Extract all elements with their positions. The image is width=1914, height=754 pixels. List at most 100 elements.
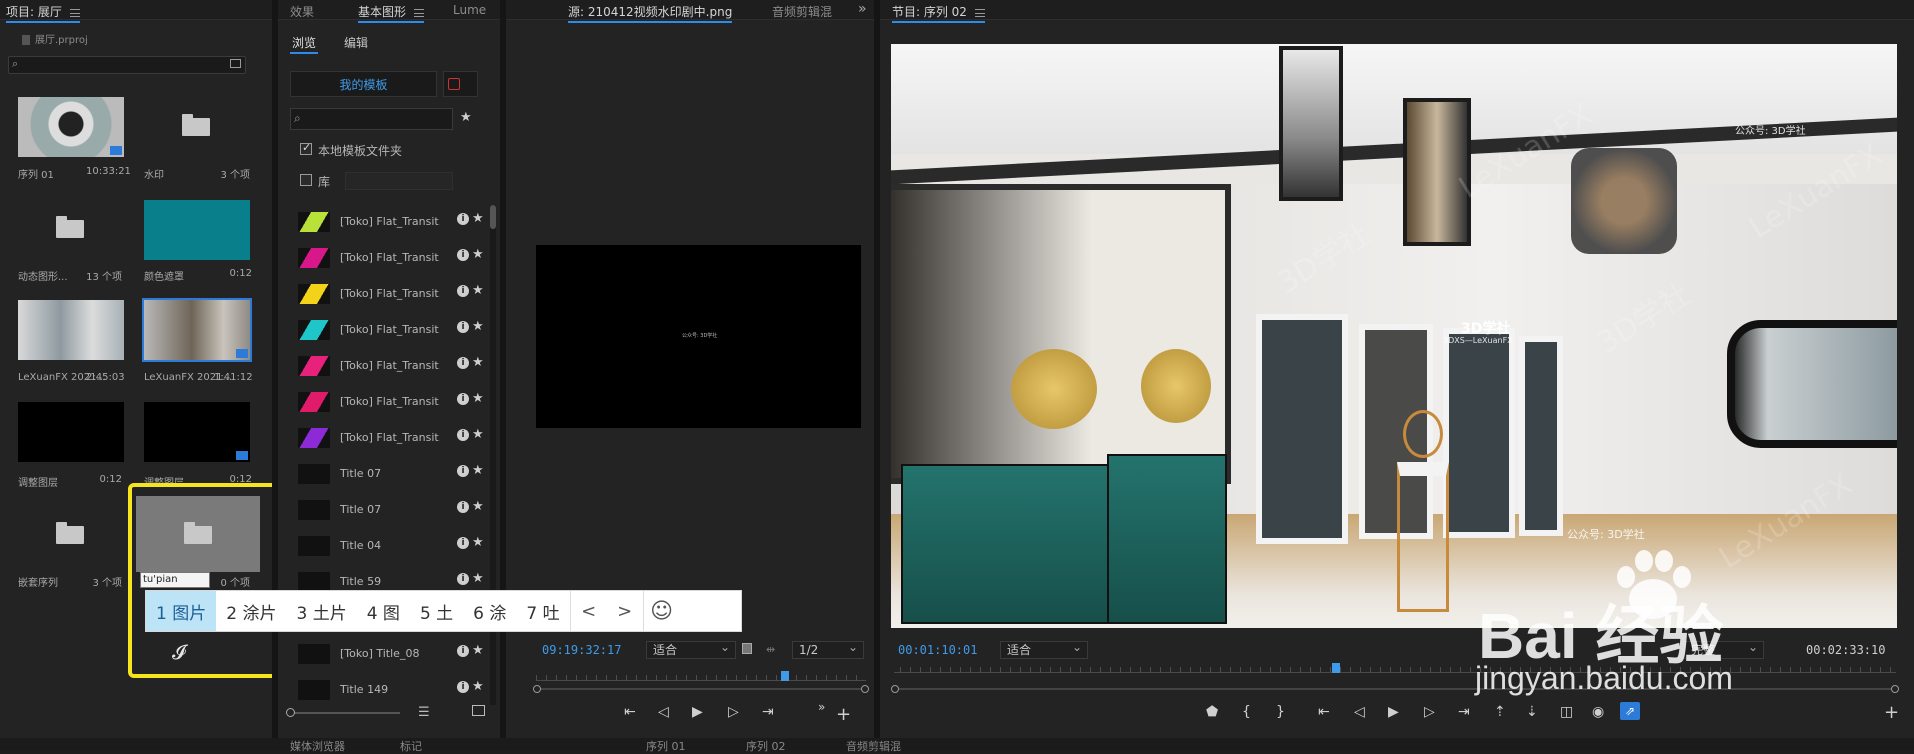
button-editor-icon[interactable]: + xyxy=(1884,702,1899,723)
tab-markers[interactable]: 标记 xyxy=(400,738,422,754)
add-marker-icon[interactable]: ⬟ xyxy=(1206,704,1218,720)
tab-lumetri[interactable]: Lume xyxy=(453,3,486,17)
folder-icon[interactable] xyxy=(56,216,84,238)
source-time-ruler[interactable] xyxy=(536,669,866,681)
thumbnail-video-1[interactable] xyxy=(18,300,124,360)
go-to-in-icon[interactable]: ⇤ xyxy=(624,704,636,720)
thumbnail-video-2[interactable] xyxy=(142,298,252,362)
tab-sequence-01[interactable]: 序列 01 xyxy=(646,738,686,754)
template-search-input[interactable]: ⌕ xyxy=(290,108,453,130)
project-search-input[interactable]: ⌕ xyxy=(8,56,246,74)
favorites-star-icon[interactable]: ★ xyxy=(460,110,472,125)
source-zoom-bar[interactable] xyxy=(533,685,869,693)
favorite-star-icon[interactable]: ★ xyxy=(472,427,484,442)
favorite-star-icon[interactable]: ★ xyxy=(472,571,484,586)
template-row[interactable]: Title 04 i ★ xyxy=(298,532,484,560)
tab-browse[interactable]: 浏览 xyxy=(292,34,316,51)
template-row[interactable]: [Toko] Flat_Transit... i ★ xyxy=(298,280,484,308)
program-fit-select[interactable]: 适合 xyxy=(1000,639,1088,659)
favorite-star-icon[interactable]: ★ xyxy=(472,319,484,334)
template-row[interactable]: Title 07 i ★ xyxy=(298,460,484,488)
mark-out-icon[interactable]: } xyxy=(1276,704,1285,720)
share-icon[interactable]: ⇗ xyxy=(1620,702,1640,720)
favorite-star-icon[interactable]: ★ xyxy=(472,247,484,262)
thumbnail-color-matte[interactable] xyxy=(144,200,250,260)
ime-prev-icon[interactable]: < xyxy=(571,591,607,631)
list-view-icon[interactable]: ☰ xyxy=(418,705,430,720)
step-forward-icon[interactable]: ▷ xyxy=(728,704,739,720)
program-playhead[interactable] xyxy=(1332,663,1340,673)
template-row[interactable]: Title 149 i ★ xyxy=(298,676,484,704)
tab-essential-graphics[interactable]: 基本图形 xyxy=(358,3,424,23)
more-tabs-icon[interactable]: » xyxy=(858,1,867,17)
ime-candidate[interactable]: 7 吐 xyxy=(516,591,569,631)
tab-program[interactable]: 节目: 序列 02 xyxy=(892,3,985,23)
folder-icon[interactable] xyxy=(56,522,84,544)
tab-sequence-02[interactable]: 序列 02 xyxy=(746,738,786,754)
thumbnail-adjustment-layer-2[interactable] xyxy=(144,402,250,462)
tab-project[interactable]: 项目: 展厅 xyxy=(6,3,80,23)
zoom-handle-right[interactable] xyxy=(1891,685,1899,693)
zoom-handle-left[interactable] xyxy=(891,685,899,693)
go-to-out-icon[interactable]: ⇥ xyxy=(1458,704,1470,720)
more-controls-icon[interactable]: » xyxy=(818,700,825,714)
source-timecode[interactable]: 09:19:32:17 xyxy=(542,643,621,657)
button-editor-icon[interactable]: + xyxy=(836,704,851,725)
program-time-ruler[interactable] xyxy=(894,661,1896,673)
panel-menu-icon[interactable] xyxy=(69,8,80,17)
tab-media-browser[interactable]: 媒体浏览器 xyxy=(290,738,345,754)
info-icon[interactable]: i xyxy=(457,429,469,441)
template-row[interactable]: [Toko] Flat_Transit... i ★ xyxy=(298,244,484,272)
template-row[interactable]: [Toko] Flat_Transit... i ★ xyxy=(298,208,484,236)
panel-menu-icon[interactable] xyxy=(413,8,424,17)
template-row[interactable]: [Toko] Flat_Transit... i ★ xyxy=(298,316,484,344)
favorite-star-icon[interactable]: ★ xyxy=(472,391,484,406)
ime-candidate[interactable]: 1 图片 xyxy=(146,591,217,631)
play-icon[interactable]: ▶ xyxy=(692,704,703,720)
ime-candidate[interactable]: 6 涂 xyxy=(463,591,516,631)
step-back-icon[interactable]: ◁ xyxy=(1354,704,1365,720)
info-icon[interactable]: i xyxy=(457,681,469,693)
thumbnail-sequence-01[interactable] xyxy=(18,97,124,157)
template-row[interactable]: [Toko] Title_08 i ★ xyxy=(298,640,484,668)
new-bin-icon[interactable] xyxy=(230,59,241,68)
new-layer-icon[interactable] xyxy=(472,705,485,716)
mark-in-icon[interactable]: { xyxy=(1242,704,1251,720)
slider-handle[interactable] xyxy=(286,708,295,717)
tab-edit[interactable]: 编辑 xyxy=(344,34,368,51)
template-row[interactable]: Title 07 i ★ xyxy=(298,496,484,524)
thumbnail-size-slider[interactable] xyxy=(286,708,400,717)
export-frame-icon[interactable]: ◉ xyxy=(1592,704,1604,720)
source-fit-select[interactable]: 适合 xyxy=(646,639,736,659)
zoom-handle-right[interactable] xyxy=(861,685,869,693)
favorite-star-icon[interactable]: ★ xyxy=(472,643,484,658)
ime-candidate[interactable]: 5 土 xyxy=(410,591,463,631)
extract-icon[interactable]: ⇣ xyxy=(1526,704,1538,720)
favorite-star-icon[interactable]: ★ xyxy=(472,283,484,298)
adobe-stock-button[interactable] xyxy=(443,71,478,97)
tab-audio-mixer[interactable]: 音频剪辑混 xyxy=(846,738,901,754)
source-playhead[interactable] xyxy=(781,671,789,681)
program-zoom-bar[interactable] xyxy=(891,685,1899,693)
local-folder-checkbox[interactable] xyxy=(300,141,312,155)
info-icon[interactable]: i xyxy=(457,465,469,477)
resolution-select[interactable]: 1/2 xyxy=(792,639,864,659)
tab-audio-mixer[interactable]: 音频剪辑混 xyxy=(772,3,832,20)
template-row[interactable]: [Toko] Flat_Transit... i ★ xyxy=(298,352,484,380)
go-to-in-icon[interactable]: ⇤ xyxy=(1318,704,1330,720)
step-back-icon[interactable]: ◁ xyxy=(658,704,669,720)
info-icon[interactable]: i xyxy=(457,537,469,549)
info-icon[interactable]: i xyxy=(457,213,469,225)
info-icon[interactable]: i xyxy=(457,321,469,333)
info-icon[interactable]: i xyxy=(457,285,469,297)
ime-candidate[interactable]: 3 土片 xyxy=(286,591,356,631)
compare-view-icon[interactable]: ◫ xyxy=(1560,704,1573,720)
folder-icon[interactable] xyxy=(182,114,210,136)
ime-emoji-icon[interactable]: ☺ xyxy=(644,591,680,631)
favorite-star-icon[interactable]: ★ xyxy=(472,535,484,550)
favorite-star-icon[interactable]: ★ xyxy=(472,463,484,478)
ime-candidate[interactable]: 4 图 xyxy=(357,591,410,631)
go-to-out-icon[interactable]: ⇥ xyxy=(762,704,774,720)
template-row[interactable]: [Toko] Flat_Transit... i ★ xyxy=(298,424,484,452)
lift-icon[interactable]: ⇡ xyxy=(1494,704,1506,720)
